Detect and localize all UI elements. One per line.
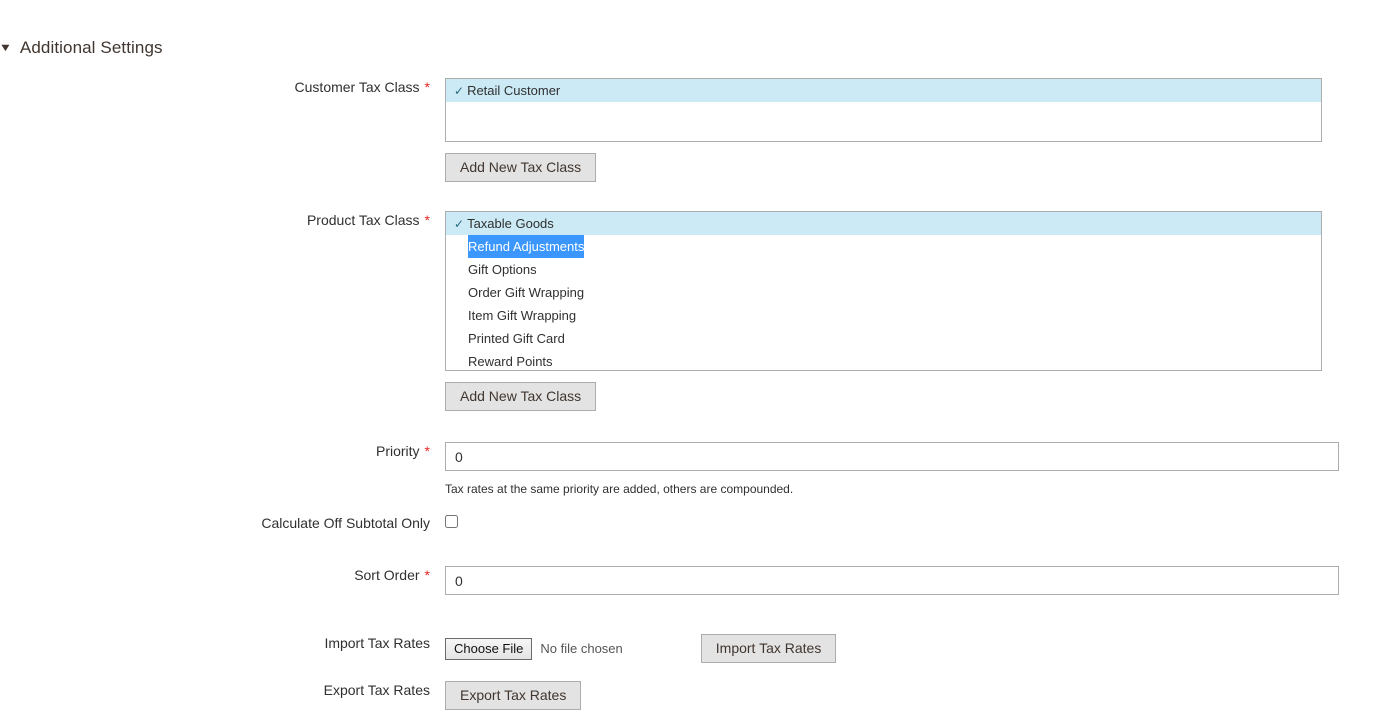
multiselect-option-label: Retail Customer bbox=[467, 83, 561, 98]
priority-note: Tax rates at the same priority are added… bbox=[445, 482, 794, 496]
product-tax-class-multiselect[interactable]: ✓ Taxable Goods Refund Adjustments Gift O… bbox=[445, 211, 1322, 371]
multiselect-option[interactable]: Item Gift Wrapping bbox=[446, 304, 1321, 327]
customer-tax-class-label-text: Customer Tax Class bbox=[294, 79, 420, 95]
add-new-tax-class-button-customer[interactable]: Add New Tax Class bbox=[445, 153, 597, 182]
required-asterisk: * bbox=[424, 567, 430, 583]
import-tax-rates-label-text: Import Tax Rates bbox=[324, 635, 430, 651]
section-title: Additional Settings bbox=[19, 38, 163, 57]
multiselect-option[interactable]: ✓ Retail Customer bbox=[446, 79, 1321, 102]
file-name-text: No file chosen bbox=[540, 641, 623, 656]
field-row-export-tax-rates: Export Tax Rates Export Tax Rates bbox=[0, 681, 582, 710]
calculate-off-subtotal-only-label: Calculate Off Subtotal Only bbox=[0, 514, 445, 532]
priority-label: Priority * bbox=[0, 442, 445, 460]
priority-control: Tax rates at the same priority are added… bbox=[445, 442, 1339, 497]
multiselect-option[interactable]: Order Gift Wrapping bbox=[446, 281, 1321, 304]
export-tax-rates-label: Export Tax Rates bbox=[0, 681, 445, 699]
sort-order-control bbox=[445, 566, 1339, 595]
priority-label-text: Priority bbox=[375, 443, 420, 459]
customer-tax-class-label: Customer Tax Class * bbox=[0, 78, 445, 96]
field-row-sort-order: Sort Order * bbox=[0, 566, 1339, 595]
multiselect-option-label: Gift Options bbox=[468, 262, 537, 277]
multiselect-option-label: Refund Adjustments bbox=[468, 235, 585, 258]
field-row-calculate-off-subtotal-only: Calculate Off Subtotal Only bbox=[0, 514, 458, 533]
multiselect-option-label: Order Gift Wrapping bbox=[468, 285, 585, 300]
required-asterisk: * bbox=[424, 443, 430, 459]
sort-order-input[interactable] bbox=[445, 566, 1339, 595]
multiselect-option[interactable]: Refund Adjustments bbox=[446, 235, 1321, 258]
import-tax-rates-label: Import Tax Rates bbox=[0, 634, 445, 652]
multiselect-option-label: Taxable Goods bbox=[467, 216, 554, 231]
multiselect-option-label: Printed Gift Card bbox=[468, 331, 565, 346]
required-asterisk: * bbox=[424, 79, 430, 95]
multiselect-option[interactable]: Gift Options bbox=[446, 258, 1321, 281]
calculate-off-subtotal-only-label-text: Calculate Off Subtotal Only bbox=[261, 515, 430, 531]
field-row-customer-tax-class: Customer Tax Class * ✓ Retail Customer Add… bbox=[0, 78, 1322, 182]
required-asterisk: * bbox=[424, 212, 430, 228]
import-tax-rates-control: Choose File No file chosen Import Tax Ra… bbox=[445, 634, 837, 663]
calculate-off-subtotal-only-control bbox=[445, 514, 458, 533]
field-row-import-tax-rates: Import Tax Rates Choose File No file cho… bbox=[0, 634, 837, 663]
customer-tax-class-multiselect[interactable]: ✓ Retail Customer bbox=[445, 78, 1322, 142]
check-icon: ✓ bbox=[454, 84, 465, 98]
product-tax-class-control: ✓ Taxable Goods Refund Adjustments Gift O… bbox=[445, 211, 1322, 411]
multiselect-option[interactable]: Printed Gift Card bbox=[446, 327, 1321, 350]
export-tax-rates-button[interactable]: Export Tax Rates bbox=[445, 681, 582, 710]
choose-file-button[interactable]: Choose File bbox=[445, 637, 533, 660]
additional-settings-page: ▼ Additional Settings Customer Tax Class… bbox=[0, 0, 1392, 722]
customer-tax-class-control: ✓ Retail Customer Add New Tax Class bbox=[445, 78, 1322, 182]
multiselect-option-label: Reward Points bbox=[468, 354, 553, 369]
sort-order-label-text: Sort Order bbox=[354, 567, 420, 583]
multiselect-option[interactable]: Reward Points bbox=[446, 350, 1321, 370]
triangle-down-icon: ▼ bbox=[0, 41, 13, 54]
calculate-off-subtotal-only-checkbox[interactable] bbox=[445, 515, 458, 528]
sort-order-label: Sort Order * bbox=[0, 566, 445, 584]
export-tax-rates-label-text: Export Tax Rates bbox=[323, 682, 430, 698]
field-row-product-tax-class: Product Tax Class * ✓ Taxable Goods Refund… bbox=[0, 211, 1322, 411]
file-input-group: Choose File No file chosen Import Tax Ra… bbox=[445, 634, 837, 663]
priority-input[interactable] bbox=[445, 442, 1339, 471]
field-row-priority: Priority* Tax rates at the same priority… bbox=[0, 442, 1339, 497]
import-tax-rates-button[interactable]: Import Tax Rates bbox=[700, 634, 837, 663]
check-icon: ✓ bbox=[454, 217, 465, 231]
product-tax-class-label: Product Tax Class * bbox=[0, 211, 445, 229]
product-tax-class-label-text: Product Tax Class bbox=[306, 212, 420, 228]
additional-settings-section-header[interactable]: ▼ Additional Settings bbox=[0, 38, 163, 58]
export-tax-rates-control: Export Tax Rates bbox=[445, 681, 582, 710]
multiselect-option[interactable]: ✓ Taxable Goods bbox=[446, 212, 1321, 235]
add-new-tax-class-button-product[interactable]: Add New Tax Class bbox=[445, 382, 597, 411]
multiselect-option-label: Item Gift Wrapping bbox=[468, 308, 577, 323]
